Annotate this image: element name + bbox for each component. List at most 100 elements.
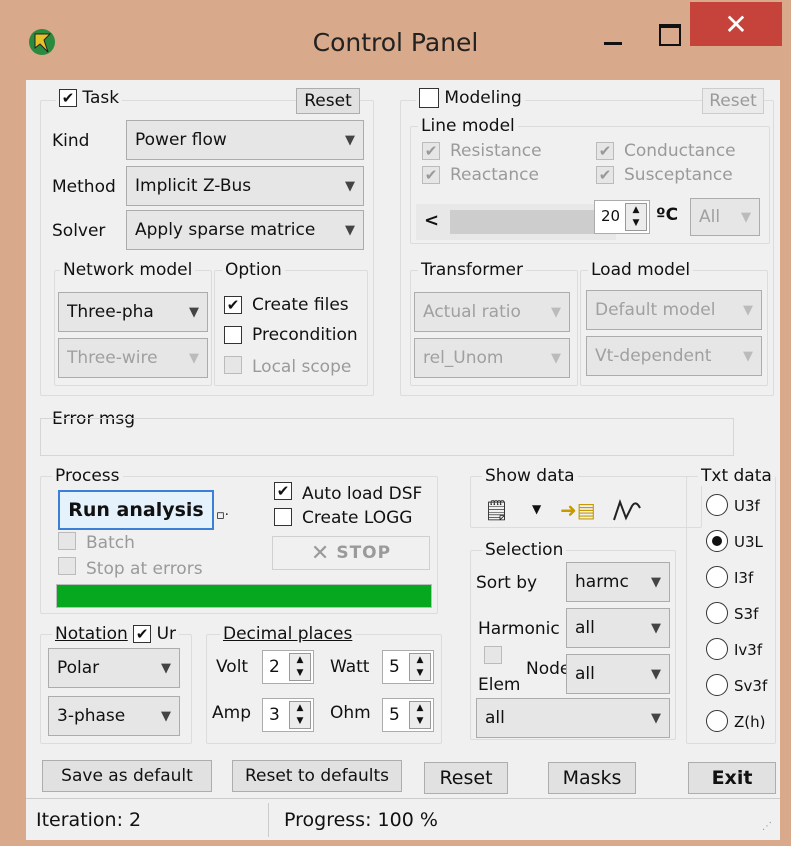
txt-data-radio-sv3f[interactable] — [706, 674, 728, 696]
line-model-scrollbar[interactable]: < — [416, 204, 616, 240]
sort-by-select[interactable]: harmc ▼ — [566, 562, 670, 602]
susceptance-checkbox[interactable]: ✔ — [596, 166, 614, 184]
chevron-down-icon: ▼ — [345, 178, 355, 194]
close-icon: ✕ — [724, 8, 748, 41]
create-files-checkbox[interactable]: ✔ — [224, 296, 242, 314]
chevron-down-icon: ▼ — [189, 350, 199, 366]
notepad-icon[interactable]: 🗒 — [484, 498, 509, 522]
dropdown-arrow-icon[interactable]: ▼ — [532, 502, 541, 516]
transformer-label: Transformer — [418, 260, 527, 280]
reactance-checkbox[interactable]: ✔ — [422, 166, 440, 184]
close-button[interactable]: ✕ — [690, 2, 782, 46]
harmonic-select[interactable]: all ▼ — [566, 608, 670, 648]
notation-label: Notation — [55, 624, 128, 644]
export-file-icon[interactable]: ➜▤ — [560, 498, 596, 522]
precondition-checkbox[interactable] — [224, 326, 242, 344]
run-analysis-button[interactable]: Run analysis — [58, 490, 214, 530]
resize-grip-icon[interactable]: ⋰ — [762, 821, 772, 832]
waveform-icon[interactable] — [612, 496, 646, 529]
txt-data-radio-i3f[interactable] — [706, 566, 728, 588]
solver-select[interactable]: Apply sparse matrice ▼ — [126, 210, 364, 250]
load-model-select[interactable]: Default model ▼ — [586, 290, 762, 330]
load-model-label: Load model — [588, 260, 694, 280]
resistance-label: Resistance — [450, 141, 542, 161]
batch-checkbox[interactable] — [58, 532, 76, 550]
maximize-button[interactable] — [646, 14, 694, 58]
chevron-down-icon: ▼ — [651, 574, 661, 590]
stop-x-icon: ✕ — [310, 540, 331, 566]
notation-phase-select[interactable]: 3-phase ▼ — [48, 696, 180, 736]
amp-label: Amp — [212, 703, 251, 723]
conductance-label: Conductance — [624, 141, 736, 161]
txt-data-radio-u3l[interactable] — [706, 530, 728, 552]
kind-select[interactable]: Power flow ▼ — [126, 120, 364, 160]
status-divider — [268, 803, 269, 837]
progress-status: Progress: 100 % — [284, 809, 438, 831]
ohm-spinner[interactable]: 5 ▲ ▼ — [382, 698, 434, 732]
chevron-down-icon: ▼ — [345, 132, 355, 148]
network-wire-select[interactable]: Three-wire ▼ — [58, 338, 208, 378]
chevron-down-icon: ▼ — [161, 708, 171, 724]
title-bar: Control Panel ✕ — [0, 0, 791, 78]
transformer-unom-select[interactable]: rel_Unom ▼ — [414, 338, 570, 378]
stop-at-errors-checkbox[interactable] — [58, 557, 76, 575]
reset-button[interactable]: Reset — [424, 762, 508, 794]
spin-updown-icon[interactable]: ▲ ▼ — [625, 203, 647, 231]
notation-form-select[interactable]: Polar ▼ — [48, 648, 180, 688]
selection-label: Selection — [482, 540, 567, 560]
network-phase-select[interactable]: Three-pha ▼ — [58, 292, 208, 332]
conductance-checkbox[interactable]: ✔ — [596, 142, 614, 160]
modeling-checkbox[interactable] — [419, 88, 439, 108]
elem-select[interactable]: all ▼ — [476, 698, 670, 738]
exit-button[interactable]: Exit — [688, 762, 776, 794]
spin-updown-icon[interactable]: ▲ ▼ — [409, 653, 431, 681]
local-scope-checkbox[interactable] — [224, 356, 242, 374]
minimize-button[interactable] — [590, 14, 638, 58]
reactance-label: Reactance — [450, 165, 539, 185]
txt-data-radio-s3f[interactable] — [706, 602, 728, 624]
method-label: Method — [52, 177, 116, 197]
txt-data-radio-u3f[interactable] — [706, 494, 728, 516]
txt-data-radio-zh[interactable] — [706, 710, 728, 732]
task-checkbox[interactable]: ✔ — [59, 89, 77, 107]
chevron-down-icon: ▼ — [743, 348, 753, 364]
susceptance-label: Susceptance — [624, 165, 733, 185]
watt-spinner[interactable]: 5 ▲ ▼ — [382, 650, 434, 684]
load-dependency-select[interactable]: Vt-dependent ▼ — [586, 336, 762, 376]
volt-spinner[interactable]: 2 ▲ ▼ — [262, 650, 314, 684]
task-reset-button[interactable]: Reset — [296, 88, 360, 114]
masks-button[interactable]: Masks — [548, 762, 636, 794]
method-select[interactable]: Implicit Z-Bus ▼ — [126, 166, 364, 206]
node-select[interactable]: all ▼ — [566, 654, 670, 694]
resistance-checkbox[interactable]: ✔ — [422, 142, 440, 160]
phase-select[interactable]: All ▼ — [690, 198, 760, 236]
precondition-label: Precondition — [252, 325, 358, 345]
txt-data-radio-iv3f[interactable] — [706, 638, 728, 660]
spin-updown-icon[interactable]: ▲ ▼ — [289, 653, 311, 681]
create-logg-label: Create LOGG — [302, 508, 413, 528]
temperature-spinner[interactable]: 20 ▲ ▼ — [594, 200, 650, 234]
network-model-label: Network model — [60, 260, 196, 280]
spin-updown-icon[interactable]: ▲ ▼ — [409, 701, 431, 729]
modeling-reset-button[interactable]: Reset — [702, 88, 764, 114]
amp-spinner[interactable]: 3 ▲ ▼ — [262, 698, 314, 732]
create-logg-checkbox[interactable] — [274, 508, 292, 526]
task-header: ✔ Task — [56, 88, 123, 108]
reset-to-defaults-button[interactable]: Reset to defaults — [232, 760, 402, 792]
transformer-ratio-select[interactable]: Actual ratio ▼ — [414, 292, 570, 332]
watt-label: Watt — [330, 657, 370, 677]
auto-load-checkbox[interactable]: ✔ — [274, 482, 292, 500]
stop-button[interactable]: ✕ STOP — [272, 536, 430, 570]
save-as-default-button[interactable]: Save as default — [42, 760, 212, 792]
ur-checkbox[interactable]: ✔ — [133, 625, 152, 643]
txt-data-option-label: I3f — [734, 569, 754, 587]
chevron-down-icon: ▼ — [189, 304, 199, 320]
solver-label: Solver — [52, 221, 106, 241]
modeling-header: Modeling — [416, 88, 525, 108]
elem-checkbox[interactable] — [484, 646, 502, 664]
scrollbar-thumb[interactable] — [450, 210, 600, 234]
chevron-down-icon: ▼ — [651, 710, 661, 726]
modeling-label: Modeling — [444, 88, 522, 108]
spin-updown-icon[interactable]: ▲ ▼ — [289, 701, 311, 729]
txt-data-option-label: U3f — [734, 497, 760, 515]
